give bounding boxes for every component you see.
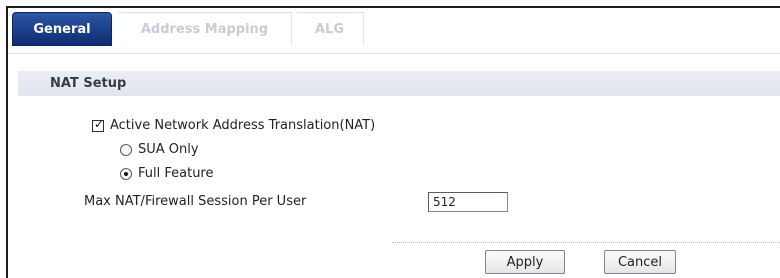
tab-alg[interactable]: ALG bbox=[296, 12, 364, 46]
cancel-button[interactable]: Cancel bbox=[604, 250, 676, 274]
tab-address-mapping[interactable]: Address Mapping bbox=[118, 12, 292, 46]
session-limit-input[interactable] bbox=[428, 192, 508, 212]
tab-general[interactable]: General bbox=[12, 12, 112, 46]
nat-active-row[interactable]: ✓ Active Network Address Translation(NAT… bbox=[92, 116, 376, 133]
nat-active-label: Active Network Address Translation(NAT) bbox=[110, 118, 376, 133]
full-feature-label: Full Feature bbox=[138, 166, 214, 181]
button-divider bbox=[392, 242, 780, 243]
tab-bar: General Address Mapping ALG bbox=[8, 8, 780, 54]
section-header: NAT Setup bbox=[18, 70, 780, 96]
session-row: Max NAT/Firewall Session Per User bbox=[84, 194, 306, 209]
sua-only-row[interactable]: SUA Only bbox=[120, 142, 199, 157]
full-feature-row[interactable]: Full Feature bbox=[120, 166, 214, 181]
full-feature-radio[interactable] bbox=[120, 167, 132, 180]
check-icon: ✓ bbox=[94, 116, 105, 131]
apply-button[interactable]: Apply bbox=[485, 250, 565, 274]
sua-only-radio[interactable] bbox=[120, 143, 132, 156]
nat-config-panel: General Address Mapping ALG NAT Setup ✓ … bbox=[6, 6, 780, 278]
sua-only-label: SUA Only bbox=[138, 142, 199, 157]
section-title: NAT Setup bbox=[50, 76, 127, 91]
nat-active-checkbox[interactable]: ✓ bbox=[92, 116, 105, 132]
session-label: Max NAT/Firewall Session Per User bbox=[84, 194, 307, 209]
